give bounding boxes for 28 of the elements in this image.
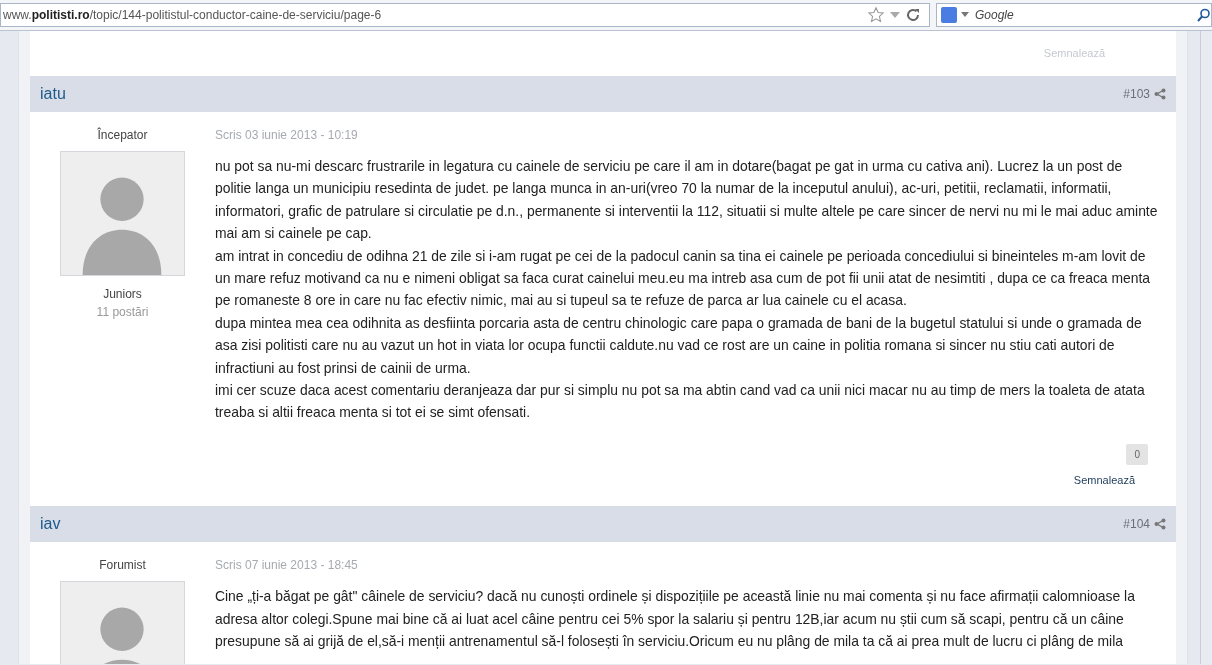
star-icon[interactable] — [867, 6, 885, 24]
reputation-badge: 0 — [1126, 443, 1148, 465]
share-icon[interactable] — [1154, 88, 1166, 100]
dropdown-icon[interactable] — [889, 10, 901, 20]
post-date: Scris 07 iunie 2013 - 18:45 — [215, 557, 359, 575]
post-number-link[interactable]: #103 — [1123, 85, 1150, 103]
dropdown-icon[interactable] — [961, 12, 969, 18]
url-text: www.politisti.ro/topic/144-politistul-conductor-caine-de-serviciu/page-6 — [3, 7, 383, 24]
share-icon[interactable] — [1154, 518, 1166, 531]
reload-icon[interactable] — [905, 7, 921, 23]
author-link[interactable]: iatu — [40, 82, 66, 106]
member-rank: Forumist — [99, 557, 146, 575]
post-number-link[interactable]: #104 — [1123, 515, 1150, 534]
post-paragraph: dupa mintea mea cea odihnita as desfiinta porcaria asta de centru chinologic care papa o gramada de bani de la bugetul statului si unde o gramada de asa zisi politisti care nu au vazut un hot in viata lor ocupa functii caldute.nu vad ce rost are un caine in politia romana si sincer nu stiu cati autori de infractiuni au fost prinsi de cainii de urma. — [215, 313, 1143, 378]
post-paragraph: Cine „ți-a băgat pe gât" câinele de serviciu? dacă nu cunoști ordinele și dispozițiile pe această linie nu mai comenta și nu face afirmații calomnioase la adresa altor colegi.Spune mai bine că ai luat acel câine pentru cei 5% spor la salariu și pentru 12B,iar acum nu știi cum să scapi, pentru că un câine presupune să ai grijă de el,să-i menții antrenamentul să-l folosești în serviciu.Oricum eu nu plâng de mila ta că ai prea mult de lucru ci plâng de mila — [215, 587, 1136, 652]
post-paragraph: am intrat in concediu de odihna 21 de zile si i-am rugat pe cei de la padocul canin sa tina ei cainele pe perioada concediului si bineinteles m-am lovit de un mare refuz motivand ca nu e nimeni obligat sa faca curat cainelui meu.eu ma intreb asa cum de pot fii unii atat de nesimtiti , dupa ce ca freaca menta pe romaneste 8 ore in care nu fac efectiv nimic, mai au si tupeul sa te refuze de parca ar lua cainele cu el acasa. — [215, 246, 1152, 311]
post-date: Scris 03 iunie 2013 - 10:19 — [215, 127, 359, 144]
member-rank: Începator — [97, 126, 148, 144]
address-bar[interactable]: www.politisti.ro/topic/144-politistul-conductor-caine-de-serviciu/page-6 — [0, 3, 930, 27]
post-paragraph: nu pot sa nu-mi descarc frustrarile in legatura cu cainele de serviciu pe care il am in dotare(bagat pe gat in urma cu cativa ani). Lucrez la un post de politie langa un municipiu resedinta de judet. pe langa munca in an-uri(vreo 70 la numar de la inceputul anului), ac-uri, petitii, reclamatii, informatii, informatori, grafic de patrulare si circulatie pe d.n., permanente si interventii la 112, situatii si multe altele pe care sincer de nervi nu mi le mai aduc aminte mai am si cainele pe cap. — [215, 157, 1159, 244]
author-link[interactable]: iav — [40, 512, 61, 537]
report-link[interactable]: Semnalează — [1073, 471, 1135, 489]
search-field[interactable]: Google — [936, 3, 1212, 27]
member-group: Juniors — [103, 285, 142, 303]
avatar-silhouette[interactable] — [60, 151, 185, 276]
post-paragraph: imi cer scuze daca acest comentariu deranjeaza dar pur si simplu nu pot sa ma abtin cand vad ca unii nici macar nu au timp de mers la toaleta de atata treaba si altii freaca menta si tot ei se simt ofensati. — [215, 381, 1146, 423]
post-count: 11 postări — [96, 304, 149, 321]
search-icon[interactable] — [1197, 8, 1211, 22]
